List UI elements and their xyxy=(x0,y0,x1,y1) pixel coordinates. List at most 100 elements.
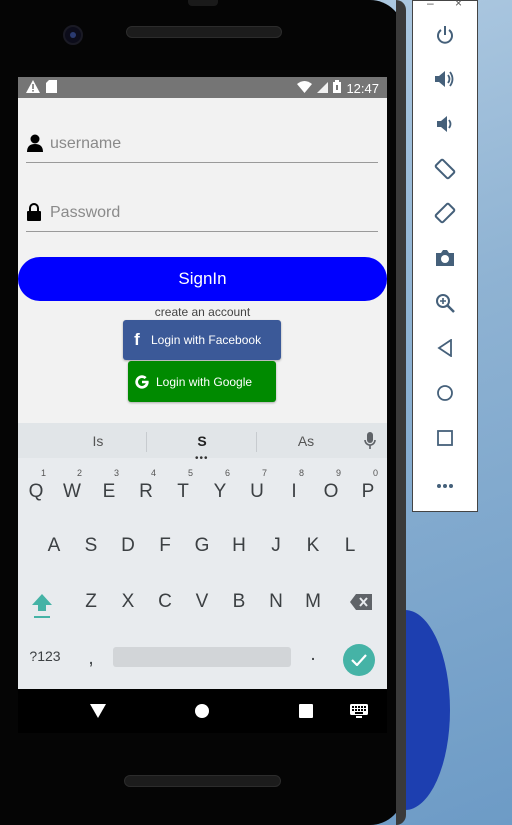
key-t[interactable]: T5 xyxy=(166,468,200,512)
key-a[interactable]: A xyxy=(37,526,71,566)
key-o[interactable]: O9 xyxy=(314,468,348,512)
microphone-icon[interactable] xyxy=(364,432,376,455)
key-g[interactable]: G xyxy=(185,526,219,566)
key-number-hint: 3 xyxy=(114,468,120,478)
key-letter: Y xyxy=(213,481,227,502)
space-key[interactable] xyxy=(113,647,291,667)
suggestion-3[interactable]: As xyxy=(276,433,336,449)
key-c[interactable]: C xyxy=(148,582,182,622)
key-r[interactable]: R4 xyxy=(129,468,163,512)
suggestion-divider xyxy=(256,432,257,452)
google-login-button[interactable]: Login with Google xyxy=(128,361,276,402)
key-x[interactable]: X xyxy=(111,582,145,622)
keyboard-nav-icon[interactable] xyxy=(350,704,368,723)
phone-edge xyxy=(396,0,406,825)
sd-card-icon xyxy=(46,80,57,96)
key-number-hint: 2 xyxy=(77,468,83,478)
back-triangle-icon xyxy=(437,337,453,362)
key-p[interactable]: P0 xyxy=(351,468,385,512)
key-e[interactable]: E3 xyxy=(92,468,126,512)
back-button[interactable] xyxy=(413,332,477,368)
rotate-right-button[interactable] xyxy=(413,197,477,233)
key-f[interactable]: F xyxy=(148,526,182,566)
key-number-hint: 6 xyxy=(225,468,231,478)
key-n[interactable]: N xyxy=(259,582,293,622)
home-button[interactable] xyxy=(413,377,477,413)
signal-icon xyxy=(317,81,329,96)
create-account-link[interactable]: create an account xyxy=(18,305,387,319)
key-j[interactable]: J xyxy=(259,526,293,566)
key-number-hint: 5 xyxy=(188,468,194,478)
lock-icon xyxy=(27,203,41,226)
more-dots-icon xyxy=(436,476,454,494)
rotate-left-button[interactable] xyxy=(413,153,477,189)
suggestion-2[interactable]: S xyxy=(172,433,232,449)
home-nav-icon[interactable] xyxy=(194,703,210,724)
overview-button[interactable] xyxy=(413,422,477,458)
home-circle-icon xyxy=(436,384,454,407)
key-i[interactable]: I8 xyxy=(277,468,311,512)
facebook-login-label: Login with Facebook xyxy=(151,333,262,347)
app-screen: 12:47 SignIn create an account f Login w… xyxy=(18,77,387,689)
key-m[interactable]: M xyxy=(296,582,330,622)
zoom-button[interactable] xyxy=(413,287,477,323)
key-letter: R xyxy=(139,481,153,502)
recents-nav-icon[interactable] xyxy=(299,704,313,723)
key-u[interactable]: U7 xyxy=(240,468,274,512)
key-letter: E xyxy=(102,481,116,502)
key-number-hint: 7 xyxy=(262,468,268,478)
key-k[interactable]: K xyxy=(296,526,330,566)
earpiece-speaker xyxy=(126,26,282,38)
volume-down-button[interactable] xyxy=(413,108,477,144)
facebook-login-button[interactable]: f Login with Facebook xyxy=(123,320,281,360)
google-login-label: Login with Google xyxy=(156,374,253,389)
key-v[interactable]: V xyxy=(185,582,219,622)
back-nav-icon[interactable] xyxy=(90,704,106,723)
symbols-key[interactable]: ?123 xyxy=(28,636,62,676)
bottom-speaker xyxy=(124,775,281,787)
key-z[interactable]: Z xyxy=(74,582,108,622)
suggestion-1[interactable]: Is xyxy=(68,433,128,449)
shift-key[interactable] xyxy=(31,592,53,625)
more-suggestions-dots: ••• xyxy=(195,453,209,464)
key-h[interactable]: H xyxy=(222,526,256,566)
username-input[interactable] xyxy=(48,130,372,158)
key-letter: Q xyxy=(28,481,44,502)
phone-top-notch xyxy=(188,0,218,6)
front-camera xyxy=(63,25,83,45)
key-l[interactable]: L xyxy=(333,526,367,566)
more-button[interactable] xyxy=(413,467,477,503)
power-button[interactable] xyxy=(413,19,477,55)
username-field[interactable] xyxy=(26,122,378,163)
facebook-icon: f xyxy=(134,330,140,349)
key-q[interactable]: Q1 xyxy=(19,468,53,512)
period-key[interactable]: . xyxy=(296,635,330,675)
minimize-icon[interactable]: – xyxy=(427,0,434,10)
comma-key[interactable]: , xyxy=(74,639,108,679)
key-letter: I xyxy=(291,481,297,502)
screenshot-button[interactable] xyxy=(413,242,477,278)
close-icon[interactable]: × xyxy=(455,0,462,10)
key-letter: W xyxy=(63,481,81,502)
password-field[interactable] xyxy=(26,191,378,232)
key-b[interactable]: B xyxy=(222,582,256,622)
emulator-phone-frame: 12:47 SignIn create an account f Login w… xyxy=(0,0,406,825)
key-letter: O xyxy=(323,481,339,502)
key-y[interactable]: Y6 xyxy=(203,468,237,512)
status-bar: 12:47 xyxy=(18,77,387,98)
zoom-in-icon xyxy=(435,293,455,318)
key-s[interactable]: S xyxy=(74,526,108,566)
key-w[interactable]: W2 xyxy=(55,468,89,512)
enter-key[interactable] xyxy=(343,644,375,676)
password-input[interactable] xyxy=(48,199,372,227)
signin-button[interactable]: SignIn xyxy=(18,257,387,301)
key-d[interactable]: D xyxy=(111,526,145,566)
key-letter: P xyxy=(361,481,375,502)
overview-square-icon xyxy=(437,429,453,451)
volume-up-button[interactable] xyxy=(413,63,477,99)
key-number-hint: 0 xyxy=(373,468,379,478)
backspace-key[interactable] xyxy=(350,594,372,615)
emulator-toolbar: – × xyxy=(412,0,478,512)
google-icon xyxy=(128,374,156,390)
key-number-hint: 1 xyxy=(41,468,47,478)
